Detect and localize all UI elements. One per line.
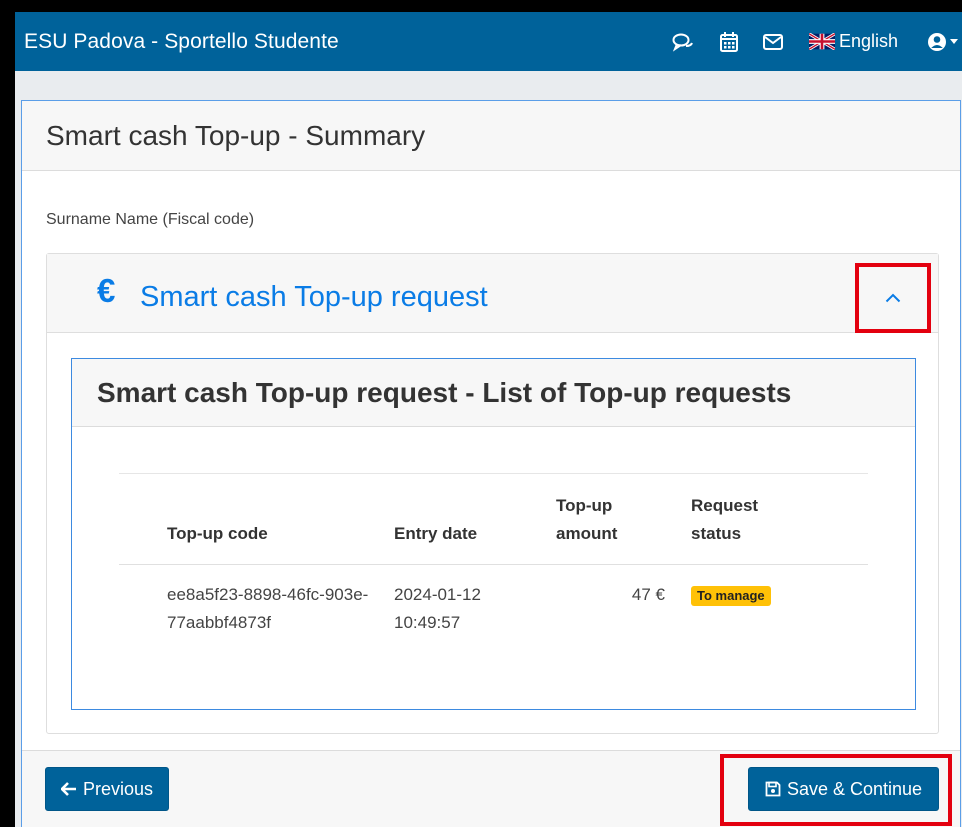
save-continue-button[interactable]: Save & Continue [748, 767, 939, 811]
column-header-code: Top-up code [119, 473, 394, 565]
table-row[interactable]: ee8a5f23-8898-46fc-903e- 77aabbf4873f 202… [119, 565, 868, 654]
user-menu[interactable] [927, 32, 958, 52]
app-frame: ESU Padova - Sportello Studente English [15, 12, 962, 827]
amount-cell: 47 € [631, 585, 665, 604]
accordion-title[interactable]: Smart cash Top-up request [140, 281, 488, 314]
card-footer: Previous Save & Continue [22, 750, 960, 827]
caret-down-icon [950, 39, 958, 44]
page-title: Smart cash Top-up - Summary [46, 119, 426, 151]
calendar-icon[interactable] [719, 31, 738, 52]
summary-card-header: Smart cash Top-up - Summary [22, 101, 960, 171]
brand-title[interactable]: ESU Padova - Sportello Studente [24, 30, 339, 54]
entry-date-cell: 2024-01-12 10:49:57 [394, 585, 481, 632]
chat-icon[interactable] [672, 32, 694, 52]
euro-icon: € [97, 272, 116, 309]
status-cell: To manage [691, 565, 868, 654]
topup-request-accordion: € Smart cash Top-up request Smart cash T… [46, 253, 939, 734]
chevron-up-icon [885, 293, 901, 303]
language-selector[interactable]: English [808, 31, 898, 52]
language-label: English [838, 31, 898, 51]
topup-code-cell: ee8a5f23-8898-46fc-903e- 77aabbf4873f [167, 585, 369, 632]
table-header-row: Top-up code Entry date Top-up amount Requ… [119, 473, 868, 565]
topup-list-title: Smart cash Top-up request - List of Top-… [97, 376, 792, 408]
column-header-amount: Top-up amount [556, 473, 691, 565]
status-badge: To manage [691, 586, 771, 606]
topup-list-card: Smart cash Top-up request - List of Top-… [71, 358, 916, 710]
user-icon [928, 32, 946, 51]
topup-list-header: Smart cash Top-up request - List of Top-… [72, 359, 915, 427]
mail-icon[interactable] [762, 33, 783, 50]
top-navbar: ESU Padova - Sportello Studente English [15, 12, 962, 71]
student-identity: Surname Name (Fiscal code) [46, 211, 255, 228]
floppy-disk-icon [765, 781, 781, 797]
previous-button[interactable]: Previous [45, 767, 169, 811]
column-header-date: Entry date [394, 473, 556, 565]
accordion-header[interactable]: € Smart cash Top-up request [47, 254, 938, 333]
navbar-actions: English [672, 12, 962, 71]
topup-requests-table: Top-up code Entry date Top-up amount Requ… [119, 473, 868, 653]
collapse-toggle-button[interactable] [855, 263, 931, 333]
arrow-left-icon [60, 782, 76, 796]
column-header-status: Request status [691, 473, 868, 565]
uk-flag-icon [808, 33, 835, 50]
summary-card: Smart cash Top-up - Summary Surname Name… [21, 100, 961, 827]
